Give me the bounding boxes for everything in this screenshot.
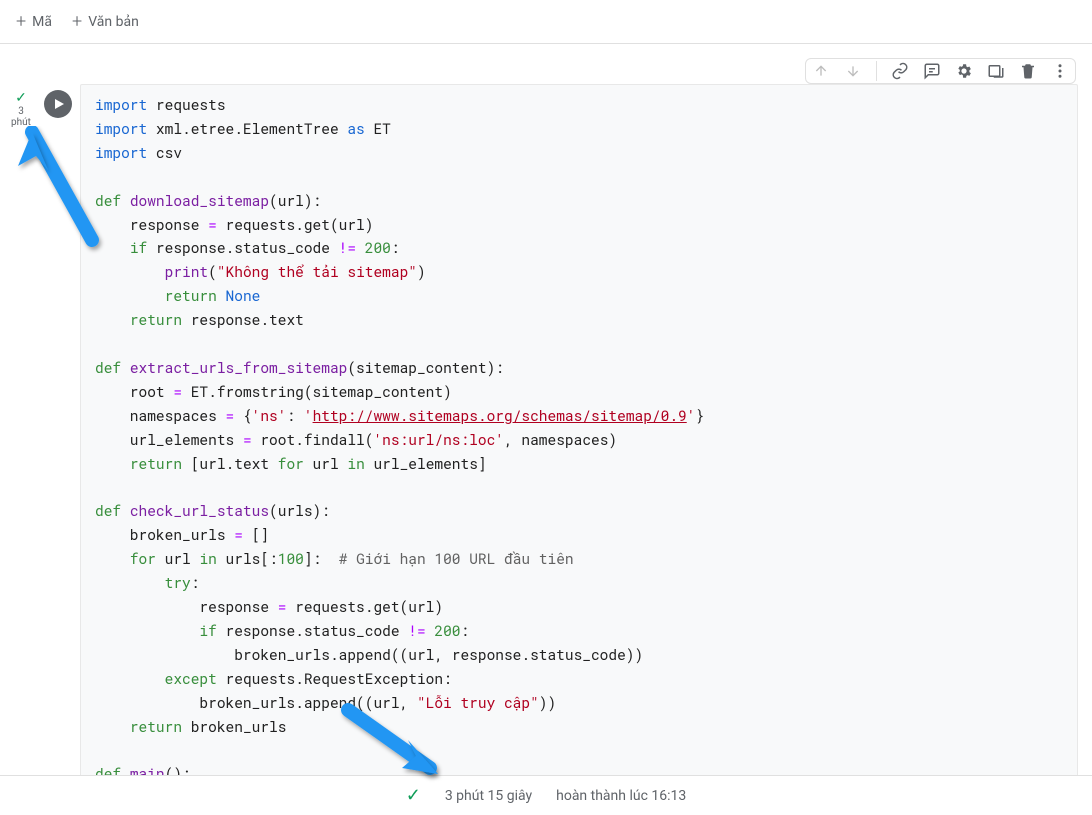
code-container[interactable]: import requests import xml.etree.Element… (80, 84, 1078, 795)
play-icon (55, 99, 64, 109)
status-bar: ✓ 3 phút 15 giây hoàn thành lúc 16:13 (0, 775, 1092, 815)
more-icon[interactable] (1051, 62, 1069, 80)
check-icon: ✓ (15, 90, 27, 106)
gear-icon[interactable] (955, 62, 973, 80)
run-button[interactable] (44, 90, 72, 118)
plus-icon: + (72, 11, 82, 32)
add-code-button[interactable]: + Mã (16, 11, 52, 32)
link-icon[interactable] (891, 62, 909, 80)
completion-time: hoàn thành lúc 16:13 (556, 788, 686, 804)
sidebar-time-1: 3 (18, 106, 24, 117)
move-down-icon[interactable] (844, 62, 862, 80)
separator (876, 61, 877, 81)
add-code-label: Mã (32, 14, 52, 30)
annotation-arrow (14, 126, 114, 256)
move-up-icon[interactable] (812, 62, 830, 80)
mirror-icon[interactable] (987, 62, 1005, 80)
comment-icon[interactable] (923, 62, 941, 80)
add-text-label: Văn bản (88, 14, 139, 30)
code-block[interactable]: import requests import xml.etree.Element… (81, 93, 1077, 786)
annotation-arrow (338, 700, 458, 790)
code-cell: ✓ 3 phút import requests import xml.etre… (0, 44, 1092, 795)
plus-icon: + (16, 11, 26, 32)
trash-icon[interactable] (1019, 62, 1037, 80)
add-text-button[interactable]: + Văn bản (72, 11, 139, 32)
top-toolbar: + Mã + Văn bản (0, 0, 1092, 44)
cell-toolbar (805, 58, 1076, 84)
